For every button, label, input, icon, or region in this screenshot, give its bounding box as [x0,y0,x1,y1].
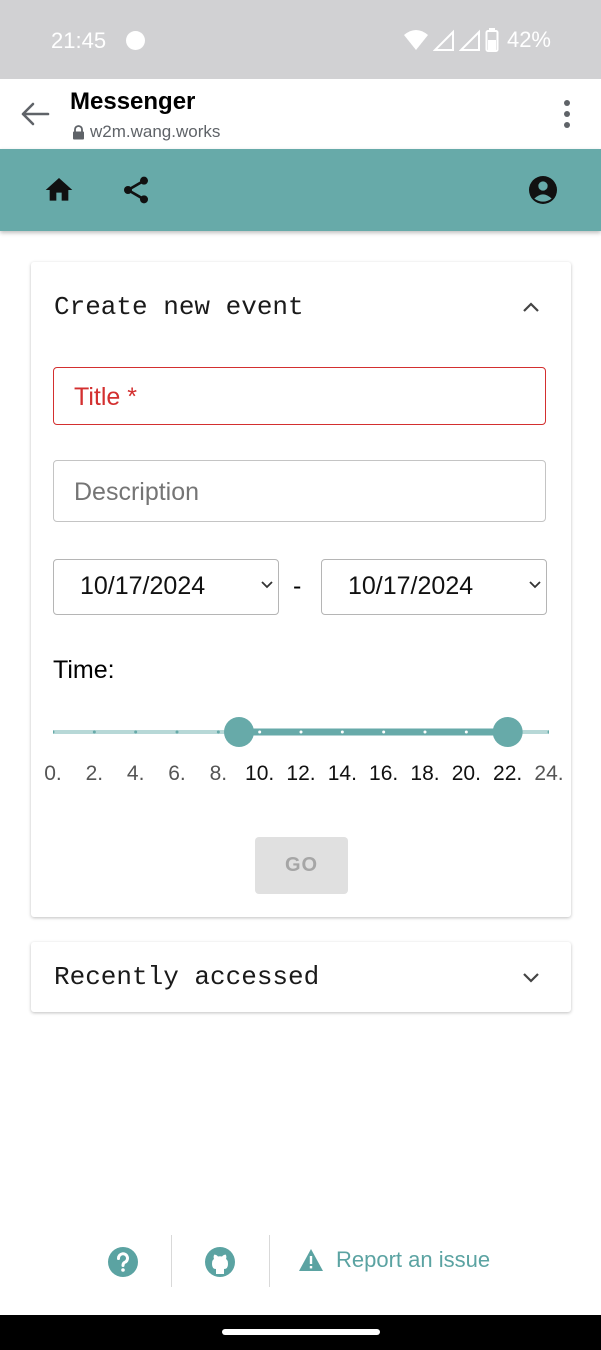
slider-tick-mark [340,730,344,734]
recently-accessed-card[interactable]: Recently accessed [31,942,571,1012]
slider-tick-mark [92,730,96,734]
time-tick-label: 16. [369,762,399,785]
wifi-icon [403,30,428,50]
slider-tick-mark [423,730,427,734]
create-event-card: Create new event Title * Description 10/… [31,262,571,917]
home-icon[interactable] [43,174,75,206]
recently-accessed-title: Recently accessed [54,962,320,992]
chevron-up-icon[interactable] [519,296,543,320]
lock-icon [73,124,84,139]
start-date-value: 10/17/2024 [80,572,206,600]
account-icon[interactable] [527,174,559,206]
go-button[interactable]: GO [255,837,348,894]
battery-percent: 42% [506,27,551,52]
time-tick-label: 24. [534,762,564,785]
more-vert-icon[interactable] [563,99,571,129]
create-event-title: Create new event [54,292,304,322]
help-icon[interactable] [107,1246,139,1278]
footer-divider [171,1235,172,1287]
navigation-bar [0,1315,601,1350]
app-header [0,149,601,231]
start-date-select[interactable]: 10/17/2024 [53,559,279,615]
time-range-slider[interactable] [53,714,549,750]
description-placeholder: Description [74,478,200,506]
time-tick-label: 18. [410,762,440,785]
signal-icon [432,29,454,51]
title-input-label: Title * [74,383,137,411]
status-time: 21:45 [51,28,107,53]
slider-tick-mark [134,730,138,734]
time-tick-label: 2. [85,762,104,785]
footer-divider [269,1235,270,1287]
status-bar: 21:45 42% [0,0,601,79]
report-issue-label: Report an issue [336,1247,491,1272]
back-arrow-icon[interactable] [18,99,52,129]
status-indicators: 42% [403,27,551,53]
signal-icon [458,29,480,51]
time-tick-label: 22. [493,762,523,785]
chevron-down-icon [529,581,541,589]
date-separator: - [293,572,302,600]
time-tick-label: 12. [286,762,316,785]
battery-icon [485,28,499,52]
time-tick-label: 4. [126,762,145,785]
title-input[interactable]: Title * [53,367,546,425]
time-tick-label: 8. [209,762,228,785]
slider-start-thumb[interactable] [224,717,254,747]
slider-end-thumb[interactable] [492,717,523,747]
time-tick-label: 20. [451,762,481,785]
share-icon[interactable] [120,174,152,206]
time-tick-label: 10. [245,762,275,785]
footer: Report an issue [0,1235,601,1289]
time-tick-label: 0. [44,762,62,785]
end-date-value: 10/17/2024 [348,572,474,600]
description-input[interactable]: Description [53,460,546,522]
time-tick-label: 14. [327,762,357,785]
browser-url[interactable]: w2m.wang.works [72,122,220,142]
slider-tick-mark [299,730,303,734]
slider-tick-mark [382,730,386,734]
slider-tick-mark [258,730,262,734]
github-icon[interactable] [204,1246,236,1278]
time-tick-label: 6. [168,762,186,785]
home-gesture-pill[interactable] [222,1329,380,1335]
chevron-down-icon [261,581,273,589]
url-text: w2m.wang.works [90,122,221,141]
slider-tick-mark [175,730,179,734]
report-issue-link[interactable]: Report an issue [298,1247,490,1273]
slider-tick-mark [464,730,468,734]
notification-dot-icon [126,31,145,50]
time-tick-labels: 0. 2. 4. 6. 8. 10. 12. 14. 16. 18. 20. 22. 24. [31,762,571,790]
time-label: Time: [53,656,115,684]
chevron-down-icon[interactable] [519,965,543,989]
end-date-select[interactable]: 10/17/2024 [321,559,547,615]
warning-icon [299,1249,323,1271]
browser-title: Messenger [70,88,196,115]
slider-tick-mark [216,730,220,734]
browser-bar: Messenger w2m.wang.works [0,79,601,149]
